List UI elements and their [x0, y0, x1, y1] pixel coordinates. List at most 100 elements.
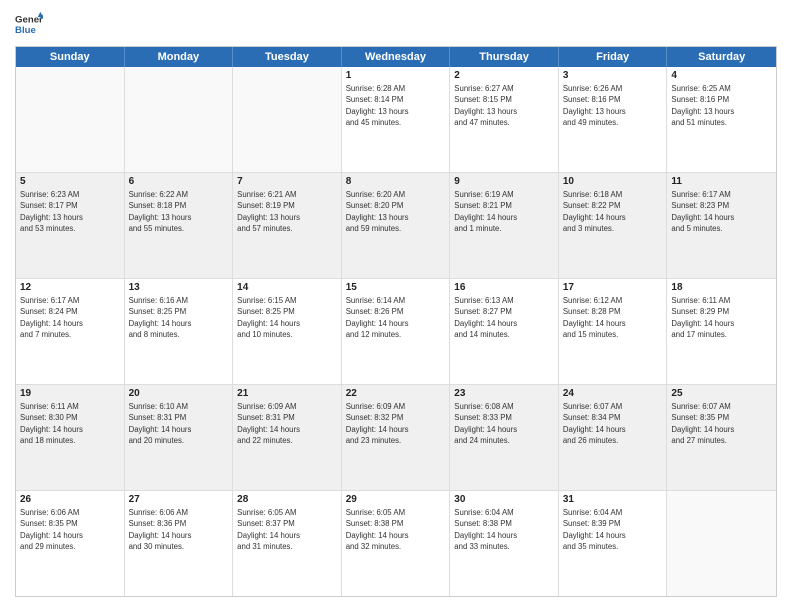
cell-info: Sunrise: 6:13 AM Sunset: 8:27 PM Dayligh… — [454, 295, 554, 340]
day-number: 5 — [20, 176, 120, 187]
calendar-cell: 6Sunrise: 6:22 AM Sunset: 8:18 PM Daylig… — [125, 173, 234, 278]
day-of-week-header: Saturday — [667, 47, 776, 67]
calendar-cell: 4Sunrise: 6:25 AM Sunset: 8:16 PM Daylig… — [667, 67, 776, 172]
calendar-cell: 27Sunrise: 6:06 AM Sunset: 8:36 PM Dayli… — [125, 491, 234, 596]
calendar-cell: 13 Sunrise: 6:16 AM Sunset: 8:25 PM Dayli… — [125, 279, 234, 384]
cell-info: Sunrise: 6:17 AM Sunset: 8:24 PM Dayligh… — [20, 295, 120, 340]
day-number: 17 — [563, 282, 663, 293]
day-number: 20 — [129, 388, 229, 399]
calendar-row: 5 Sunrise: 6:23 AM Sunset: 8:17 PM Daylig… — [16, 173, 776, 279]
calendar-row: 12 Sunrise: 6:17 AM Sunset: 8:24 PM Dayli… — [16, 279, 776, 385]
calendar-cell — [125, 67, 234, 172]
calendar-header: SundayMondayTuesdayWednesdayThursdayFrid… — [16, 47, 776, 67]
calendar-cell: 29Sunrise: 6:05 AM Sunset: 8:38 PM Dayli… — [342, 491, 451, 596]
calendar-cell: 30Sunrise: 6:04 AM Sunset: 8:38 PM Dayli… — [450, 491, 559, 596]
cell-info: Sunrise: 6:19 AM Sunset: 8:21 PM Dayligh… — [454, 189, 554, 234]
cell-info: Sunrise: 6:20 AM Sunset: 8:20 PM Dayligh… — [346, 189, 446, 234]
calendar-cell — [667, 491, 776, 596]
logo-icon: General Blue — [15, 10, 43, 38]
cell-info: Sunrise: 6:07 AM Sunset: 8:34 PM Dayligh… — [563, 401, 663, 446]
cell-info: Sunrise: 6:28 AM Sunset: 8:14 PM Dayligh… — [346, 83, 446, 128]
day-number: 23 — [454, 388, 554, 399]
calendar-row: 19 Sunrise: 6:11 AM Sunset: 8:30 PM Dayli… — [16, 385, 776, 491]
calendar-cell: 8 Sunrise: 6:20 AM Sunset: 8:20 PM Daylig… — [342, 173, 451, 278]
calendar-row: 1 Sunrise: 6:28 AM Sunset: 8:14 PM Daylig… — [16, 67, 776, 173]
calendar-cell: 7Sunrise: 6:21 AM Sunset: 8:19 PM Daylig… — [233, 173, 342, 278]
cell-info: Sunrise: 6:11 AM Sunset: 8:30 PM Dayligh… — [20, 401, 120, 446]
calendar-cell: 20 Sunrise: 6:10 AM Sunset: 8:31 PM Dayli… — [125, 385, 234, 490]
day-number: 24 — [563, 388, 663, 399]
calendar-cell: 9 Sunrise: 6:19 AM Sunset: 8:21 PM Daylig… — [450, 173, 559, 278]
day-number: 13 — [129, 282, 229, 293]
cell-info: Sunrise: 6:18 AM Sunset: 8:22 PM Dayligh… — [563, 189, 663, 234]
cell-info: Sunrise: 6:15 AM Sunset: 8:25 PM Dayligh… — [237, 295, 337, 340]
day-number: 25 — [671, 388, 772, 399]
day-number: 11 — [671, 176, 772, 187]
day-number: 22 — [346, 388, 446, 399]
day-number: 18 — [671, 282, 772, 293]
day-number: 26 — [20, 494, 120, 505]
day-number: 10 — [563, 176, 663, 187]
day-number: 3 — [563, 70, 663, 81]
calendar-cell: 18 Sunrise: 6:11 AM Sunset: 8:29 PM Dayli… — [667, 279, 776, 384]
cell-info: Sunrise: 6:05 AM Sunset: 8:37 PM Dayligh… — [237, 507, 337, 552]
cell-info: Sunrise: 6:14 AM Sunset: 8:26 PM Dayligh… — [346, 295, 446, 340]
day-number: 19 — [20, 388, 120, 399]
day-number: 30 — [454, 494, 554, 505]
cell-info: Sunrise: 6:06 AM Sunset: 8:36 PM Dayligh… — [129, 507, 229, 552]
logo: General Blue — [15, 10, 43, 38]
cell-info: Sunrise: 6:09 AM Sunset: 8:31 PM Dayligh… — [237, 401, 337, 446]
calendar-cell: 5 Sunrise: 6:23 AM Sunset: 8:17 PM Daylig… — [16, 173, 125, 278]
day-number: 4 — [671, 70, 772, 81]
calendar-cell: 26 Sunrise: 6:06 AM Sunset: 8:35 PM Dayli… — [16, 491, 125, 596]
calendar-cell: 14 Sunrise: 6:15 AM Sunset: 8:25 PM Dayli… — [233, 279, 342, 384]
day-of-week-header: Monday — [125, 47, 234, 67]
calendar-cell — [233, 67, 342, 172]
day-of-week-header: Wednesday — [342, 47, 451, 67]
page: General Blue SundayMondayTuesdayWednesda… — [0, 0, 792, 612]
calendar-cell: 21Sunrise: 6:09 AM Sunset: 8:31 PM Dayli… — [233, 385, 342, 490]
cell-info: Sunrise: 6:10 AM Sunset: 8:31 PM Dayligh… — [129, 401, 229, 446]
calendar-cell: 11 Sunrise: 6:17 AM Sunset: 8:23 PM Dayli… — [667, 173, 776, 278]
calendar-cell: 2Sunrise: 6:27 AM Sunset: 8:15 PM Daylig… — [450, 67, 559, 172]
day-number: 12 — [20, 282, 120, 293]
calendar-cell: 15 Sunrise: 6:14 AM Sunset: 8:26 PM Dayli… — [342, 279, 451, 384]
calendar: SundayMondayTuesdayWednesdayThursdayFrid… — [15, 46, 777, 597]
day-of-week-header: Thursday — [450, 47, 559, 67]
day-number: 9 — [454, 176, 554, 187]
calendar-cell: 22Sunrise: 6:09 AM Sunset: 8:32 PM Dayli… — [342, 385, 451, 490]
calendar-cell: 3Sunrise: 6:26 AM Sunset: 8:16 PM Daylig… — [559, 67, 668, 172]
calendar-cell: 10 Sunrise: 6:18 AM Sunset: 8:22 PM Dayli… — [559, 173, 668, 278]
calendar-row: 26 Sunrise: 6:06 AM Sunset: 8:35 PM Dayli… — [16, 491, 776, 596]
cell-info: Sunrise: 6:11 AM Sunset: 8:29 PM Dayligh… — [671, 295, 772, 340]
cell-info: Sunrise: 6:06 AM Sunset: 8:35 PM Dayligh… — [20, 507, 120, 552]
cell-info: Sunrise: 6:23 AM Sunset: 8:17 PM Dayligh… — [20, 189, 120, 234]
cell-info: Sunrise: 6:17 AM Sunset: 8:23 PM Dayligh… — [671, 189, 772, 234]
day-of-week-header: Sunday — [16, 47, 125, 67]
cell-info: Sunrise: 6:27 AM Sunset: 8:15 PM Dayligh… — [454, 83, 554, 128]
day-number: 31 — [563, 494, 663, 505]
cell-info: Sunrise: 6:16 AM Sunset: 8:25 PM Dayligh… — [129, 295, 229, 340]
calendar-cell: 31 Sunrise: 6:04 AM Sunset: 8:39 PM Dayli… — [559, 491, 668, 596]
day-number: 14 — [237, 282, 337, 293]
cell-info: Sunrise: 6:08 AM Sunset: 8:33 PM Dayligh… — [454, 401, 554, 446]
calendar-cell: 24 Sunrise: 6:07 AM Sunset: 8:34 PM Dayli… — [559, 385, 668, 490]
day-number: 1 — [346, 70, 446, 81]
day-number: 28 — [237, 494, 337, 505]
calendar-cell: 25 Sunrise: 6:07 AM Sunset: 8:35 PM Dayli… — [667, 385, 776, 490]
calendar-cell: 23 Sunrise: 6:08 AM Sunset: 8:33 PM Dayli… — [450, 385, 559, 490]
day-of-week-header: Tuesday — [233, 47, 342, 67]
svg-text:Blue: Blue — [15, 25, 36, 36]
calendar-cell — [16, 67, 125, 172]
day-of-week-header: Friday — [559, 47, 668, 67]
day-number: 16 — [454, 282, 554, 293]
cell-info: Sunrise: 6:07 AM Sunset: 8:35 PM Dayligh… — [671, 401, 772, 446]
calendar-cell: 17Sunrise: 6:12 AM Sunset: 8:28 PM Dayli… — [559, 279, 668, 384]
day-number: 7 — [237, 176, 337, 187]
header: General Blue — [15, 10, 777, 38]
cell-info: Sunrise: 6:04 AM Sunset: 8:39 PM Dayligh… — [563, 507, 663, 552]
calendar-cell: 12 Sunrise: 6:17 AM Sunset: 8:24 PM Dayli… — [16, 279, 125, 384]
cell-info: Sunrise: 6:22 AM Sunset: 8:18 PM Dayligh… — [129, 189, 229, 234]
day-number: 15 — [346, 282, 446, 293]
day-number: 8 — [346, 176, 446, 187]
